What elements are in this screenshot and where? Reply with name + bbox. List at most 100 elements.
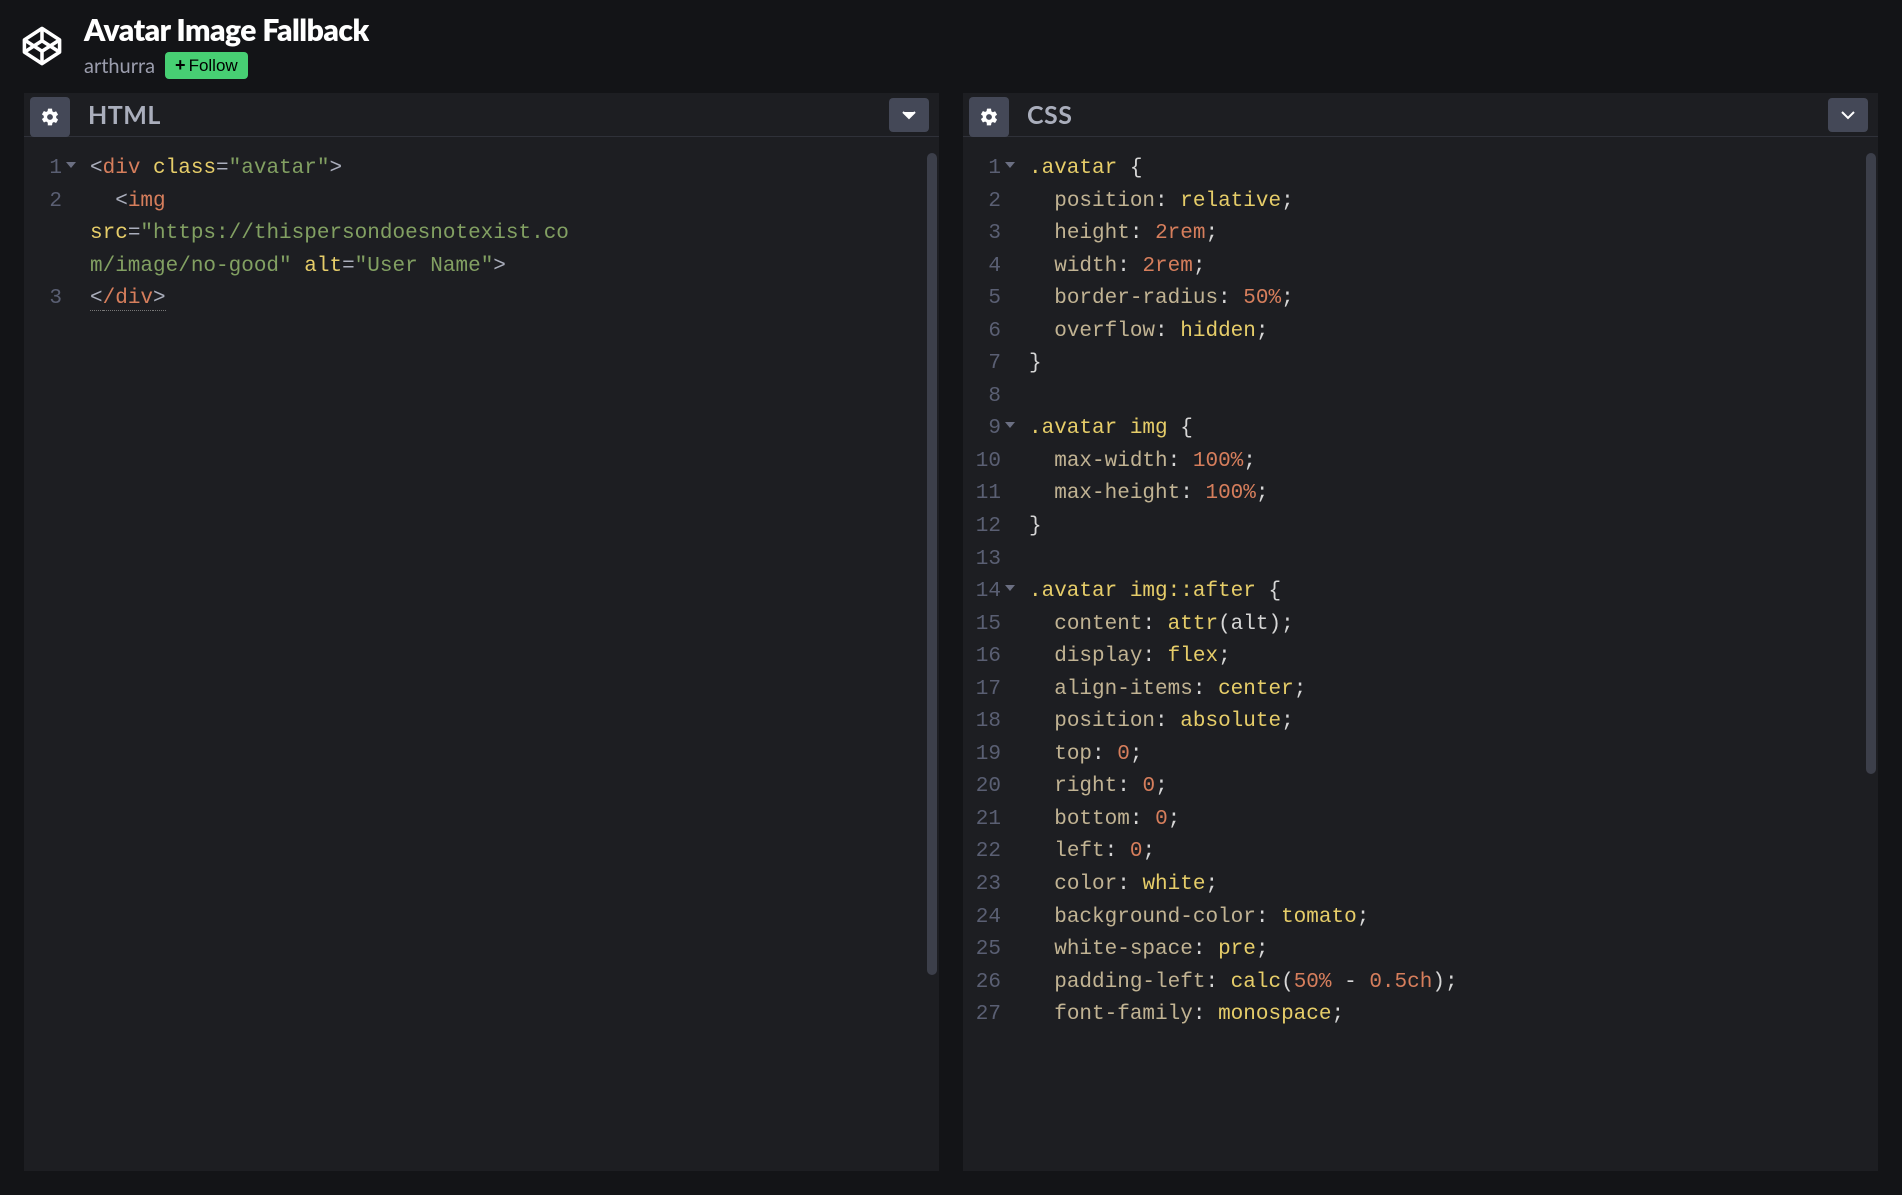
plus-icon: + xyxy=(175,55,186,76)
css-settings-button[interactable] xyxy=(969,97,1009,137)
line-number: 2 xyxy=(24,186,76,219)
code-line[interactable]: 3 height: 2rem; xyxy=(963,218,1878,251)
code-content[interactable]: overflow: hidden; xyxy=(1015,316,1269,349)
code-content[interactable]: color: white; xyxy=(1015,869,1218,902)
author-row: arthurra + Follow xyxy=(84,52,369,79)
code-content[interactable]: <img xyxy=(76,186,178,219)
code-content[interactable]: .avatar img { xyxy=(1015,413,1193,446)
code-content[interactable]: background-color: tomato; xyxy=(1015,902,1369,935)
line-number: 15 xyxy=(963,609,1015,642)
follow-button[interactable]: + Follow xyxy=(165,52,248,79)
code-content[interactable]: </div> xyxy=(76,283,166,316)
code-line[interactable]: 9.avatar img { xyxy=(963,413,1878,446)
code-content[interactable] xyxy=(1015,544,1042,577)
code-line[interactable]: 2 <img xyxy=(24,186,939,219)
line-number: 20 xyxy=(963,771,1015,804)
code-line[interactable]: 11 max-height: 100%; xyxy=(963,478,1878,511)
fold-icon[interactable] xyxy=(1005,585,1015,591)
code-line[interactable]: 27 font-family: monospace; xyxy=(963,999,1878,1032)
css-panel-dropdown[interactable] xyxy=(1828,98,1868,132)
code-line[interactable]: 6 overflow: hidden; xyxy=(963,316,1878,349)
code-content[interactable] xyxy=(1015,381,1042,414)
code-content[interactable]: border-radius: 50%; xyxy=(1015,283,1294,316)
fold-icon[interactable] xyxy=(66,162,76,168)
code-content[interactable]: height: 2rem; xyxy=(1015,218,1218,251)
code-line[interactable]: 21 bottom: 0; xyxy=(963,804,1878,837)
pen-title[interactable]: Avatar Image Fallback xyxy=(84,12,369,48)
code-line[interactable]: 23 color: white; xyxy=(963,869,1878,902)
line-number: 18 xyxy=(963,706,1015,739)
code-content[interactable]: src="https://thispersondoesnotexist.co xyxy=(76,218,569,251)
code-content[interactable]: font-family: monospace; xyxy=(1015,999,1344,1032)
code-content[interactable]: bottom: 0; xyxy=(1015,804,1180,837)
scrollbar-thumb[interactable] xyxy=(927,153,937,975)
code-content[interactable]: max-height: 100%; xyxy=(1015,478,1269,511)
code-line[interactable]: 25 white-space: pre; xyxy=(963,934,1878,967)
line-number: 21 xyxy=(963,804,1015,837)
code-line[interactable]: 7} xyxy=(963,348,1878,381)
code-content[interactable]: } xyxy=(1015,348,1042,381)
code-content[interactable]: align-items: center; xyxy=(1015,674,1306,707)
code-line[interactable]: 19 top: 0; xyxy=(963,739,1878,772)
html-panel-dropdown[interactable] xyxy=(889,98,929,132)
code-line[interactable]: 8 xyxy=(963,381,1878,414)
code-line[interactable]: 10 max-width: 100%; xyxy=(963,446,1878,479)
line-number: 1 xyxy=(963,153,1015,186)
code-content[interactable]: position: absolute; xyxy=(1015,706,1294,739)
code-content[interactable]: <div class="avatar"> xyxy=(76,153,342,186)
code-line[interactable]: 22 left: 0; xyxy=(963,836,1878,869)
code-content[interactable]: content: attr(alt); xyxy=(1015,609,1294,642)
html-panel-title: HTML xyxy=(88,100,161,130)
code-content[interactable]: white-space: pre; xyxy=(1015,934,1268,967)
code-line[interactable]: 16 display: flex; xyxy=(963,641,1878,674)
code-content[interactable]: m/image/no-good" alt="User Name"> xyxy=(76,251,506,284)
line-number: 7 xyxy=(963,348,1015,381)
html-settings-button[interactable] xyxy=(30,97,70,137)
code-content[interactable]: position: relative; xyxy=(1015,186,1294,219)
code-line[interactable]: 18 position: absolute; xyxy=(963,706,1878,739)
code-line[interactable]: 20 right: 0; xyxy=(963,771,1878,804)
line-number: 16 xyxy=(963,641,1015,674)
code-line[interactable]: m/image/no-good" alt="User Name"> xyxy=(24,251,939,284)
code-content[interactable]: padding-left: calc(50% - 0.5ch); xyxy=(1015,967,1458,1000)
fold-icon[interactable] xyxy=(1005,422,1015,428)
css-scrollbar[interactable] xyxy=(1866,153,1876,1155)
code-content[interactable]: top: 0; xyxy=(1015,739,1142,772)
fold-icon[interactable] xyxy=(1005,162,1015,168)
code-line[interactable]: 12} xyxy=(963,511,1878,544)
code-line[interactable]: src="https://thispersondoesnotexist.co xyxy=(24,218,939,251)
code-line[interactable]: 14.avatar img::after { xyxy=(963,576,1878,609)
html-scrollbar[interactable] xyxy=(927,153,937,1155)
code-line[interactable]: 24 background-color: tomato; xyxy=(963,902,1878,935)
codepen-logo-icon[interactable] xyxy=(18,22,66,70)
code-line[interactable]: 13 xyxy=(963,544,1878,577)
code-content[interactable]: display: flex; xyxy=(1015,641,1231,674)
code-content[interactable]: left: 0; xyxy=(1015,836,1155,869)
line-number: 27 xyxy=(963,999,1015,1032)
code-line[interactable]: 26 padding-left: calc(50% - 0.5ch); xyxy=(963,967,1878,1000)
code-line[interactable]: 17 align-items: center; xyxy=(963,674,1878,707)
code-content[interactable]: } xyxy=(1015,511,1042,544)
code-line[interactable]: 2 position: relative; xyxy=(963,186,1878,219)
scrollbar-thumb[interactable] xyxy=(1866,153,1876,774)
code-line[interactable]: 4 width: 2rem; xyxy=(963,251,1878,284)
line-number: 17 xyxy=(963,674,1015,707)
code-content[interactable]: .avatar img::after { xyxy=(1015,576,1281,609)
code-content[interactable]: .avatar { xyxy=(1015,153,1142,186)
code-line[interactable]: 15 content: attr(alt); xyxy=(963,609,1878,642)
code-line[interactable]: 1<div class="avatar"> xyxy=(24,153,939,186)
line-number: 13 xyxy=(963,544,1015,577)
code-line[interactable]: 5 border-radius: 50%; xyxy=(963,283,1878,316)
gear-icon xyxy=(40,107,60,127)
code-content[interactable]: width: 2rem; xyxy=(1015,251,1205,284)
css-editor[interactable]: 1.avatar {2 position: relative;3 height:… xyxy=(963,137,1878,1171)
code-line[interactable]: 1.avatar { xyxy=(963,153,1878,186)
line-number: 19 xyxy=(963,739,1015,772)
html-editor[interactable]: 1<div class="avatar">2 <img src="https:/… xyxy=(24,137,939,1171)
code-line[interactable]: 3</div> xyxy=(24,283,939,316)
line-number: 11 xyxy=(963,478,1015,511)
author-link[interactable]: arthurra xyxy=(84,54,155,78)
code-content[interactable]: max-width: 100%; xyxy=(1015,446,1256,479)
code-content[interactable]: right: 0; xyxy=(1015,771,1168,804)
line-number: 26 xyxy=(963,967,1015,1000)
